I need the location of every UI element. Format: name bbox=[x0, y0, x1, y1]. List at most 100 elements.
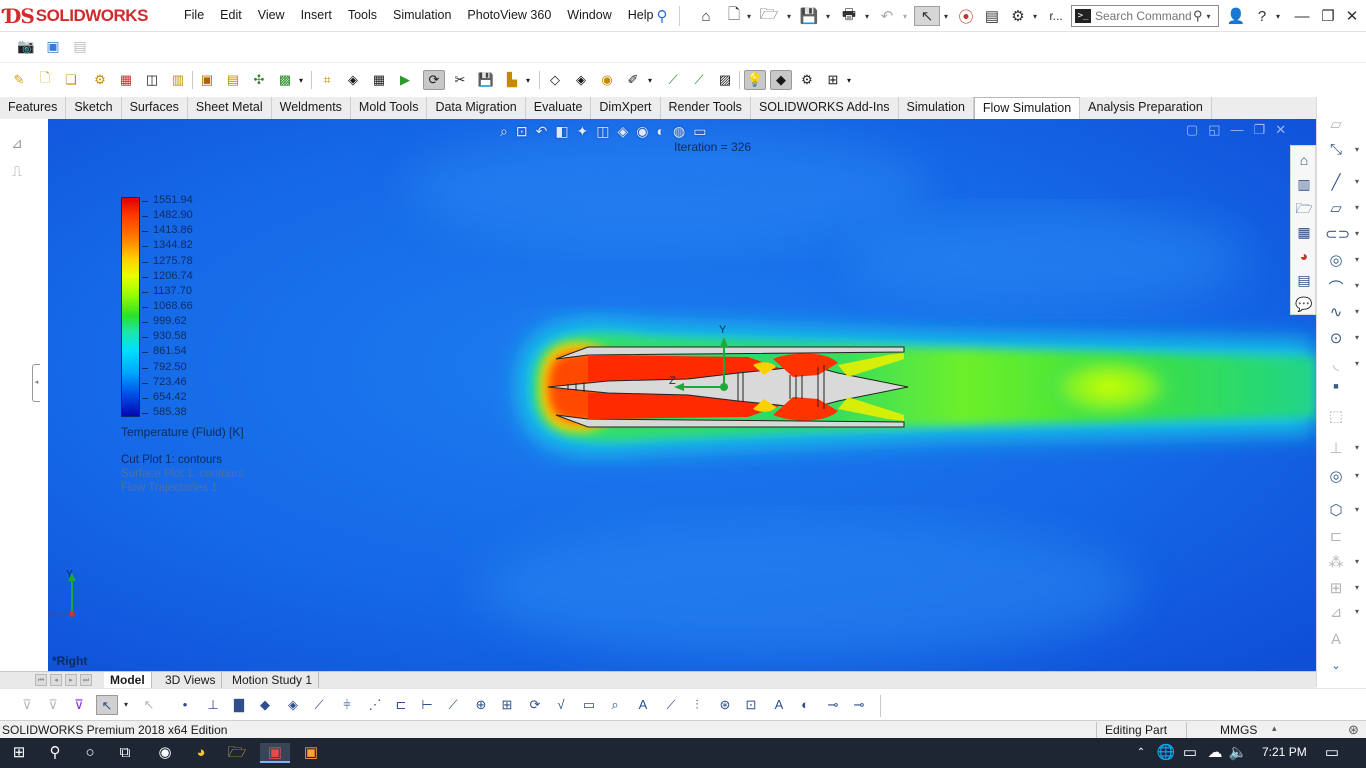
sketch-icon[interactable]: ▱ bbox=[1325, 115, 1347, 135]
general-settings-icon[interactable]: ⚙ bbox=[89, 70, 111, 90]
weld-filter-icon[interactable]: √ bbox=[550, 695, 572, 715]
tooltip-toggle-icon[interactable]: ⊛ bbox=[1348, 722, 1359, 738]
minimize-icon[interactable]: — bbox=[1231, 122, 1244, 138]
tab-3d-views[interactable]: 3D Views bbox=[159, 672, 223, 689]
chevron-down-icon[interactable]: ▾ bbox=[1355, 145, 1359, 154]
menu-edit[interactable]: Edit bbox=[212, 8, 250, 22]
restore-window-icon[interactable]: ❐ bbox=[1318, 6, 1338, 26]
battery-icon[interactable]: ▭ bbox=[1180, 743, 1200, 763]
point-filter-icon[interactable]: ⋰ bbox=[364, 695, 386, 715]
goal-plot-icon[interactable]: ⟋ bbox=[688, 70, 710, 90]
probe-icon[interactable]: ✐ bbox=[622, 70, 644, 90]
menu-simulation[interactable]: Simulation bbox=[385, 8, 459, 22]
transparency-icon[interactable]: ⚙ bbox=[796, 70, 818, 90]
file-explorer-icon[interactable]: 🗁 bbox=[1294, 198, 1314, 218]
display-relations-icon[interactable]: ⊿ bbox=[1325, 603, 1347, 623]
run-icon[interactable]: ▶ bbox=[394, 70, 416, 90]
menu-window[interactable]: Window bbox=[559, 8, 619, 22]
camera-icon[interactable]: 📷 bbox=[16, 38, 36, 56]
chevron-down-icon[interactable]: ▾ bbox=[1355, 255, 1359, 264]
slot-icon[interactable]: ⊂⊃ bbox=[1325, 225, 1350, 245]
midpoint-filter-icon[interactable]: ◐ bbox=[794, 695, 816, 715]
show-mesh-icon[interactable]: ◈ bbox=[342, 70, 364, 90]
feature-tree-icon[interactable]: ⊿ bbox=[7, 135, 27, 153]
fluid-subdomain-icon[interactable]: ◫ bbox=[141, 70, 163, 90]
smart-dimension-icon[interactable]: ⤡ bbox=[1325, 141, 1347, 161]
routing-point-filter-icon[interactable]: ⊸ bbox=[848, 695, 870, 715]
tab-flow-simulation[interactable]: Flow Simulation bbox=[973, 97, 1081, 119]
chevron-down-icon[interactable]: ▾ bbox=[1355, 203, 1359, 212]
plot-label-flow-trajectories[interactable]: Flow Trajectories 1 bbox=[121, 482, 218, 494]
clock[interactable]: 7:21 PM bbox=[1262, 745, 1307, 759]
chrome-icon[interactable]: ◕ bbox=[188, 743, 214, 763]
view-settings-icon[interactable]: ▭ bbox=[693, 123, 706, 140]
computational-domain-icon[interactable]: ▦ bbox=[115, 70, 137, 90]
screen-capture-icon[interactable]: ▣ bbox=[43, 38, 63, 56]
vertex-filter-icon[interactable]: ⊢ bbox=[416, 695, 438, 715]
tile-icon[interactable]: ▢ bbox=[1186, 122, 1198, 138]
tab-dimxpert[interactable]: DimXpert bbox=[591, 97, 661, 119]
mirror-icon[interactable]: ⊏ bbox=[1325, 527, 1347, 547]
surface-finish-filter-icon[interactable]: ⟳ bbox=[524, 695, 546, 715]
circle-icon[interactable]: ◎ bbox=[1325, 251, 1347, 271]
trim-icon[interactable]: ⊥ bbox=[1325, 439, 1347, 459]
menu-insert[interactable]: Insert bbox=[293, 8, 340, 22]
arc-icon[interactable]: ⌒ bbox=[1325, 277, 1347, 297]
chevron-down-icon[interactable]: ▾ bbox=[823, 6, 833, 26]
equation-goal-icon[interactable]: ▩ bbox=[274, 70, 296, 90]
appearances-icon[interactable]: ◕ bbox=[1294, 246, 1314, 266]
chevron-down-icon[interactable]: ▾ bbox=[1355, 229, 1359, 238]
body-filter-icon[interactable]: ◈ bbox=[282, 695, 304, 715]
quick-snaps-icon[interactable]: ↖ bbox=[138, 695, 160, 715]
forum-icon[interactable]: 💬 bbox=[1294, 294, 1314, 314]
table-icon[interactable]: ⊞ bbox=[822, 70, 844, 90]
network-globe-icon[interactable]: 🌐 bbox=[1156, 743, 1176, 763]
vertical-snap-icon[interactable]: ⊥ bbox=[202, 695, 224, 715]
lighting-icon[interactable]: 💡 bbox=[744, 70, 766, 90]
box-select-icon[interactable]: ▇ bbox=[228, 695, 250, 715]
chevron-down-icon[interactable]: ▾ bbox=[645, 70, 655, 90]
zoom-to-fit-icon[interactable]: ⌕ bbox=[500, 123, 508, 140]
clone-project-icon[interactable]: ❏ bbox=[60, 70, 82, 90]
display-geometry-icon[interactable]: ◆ bbox=[770, 70, 792, 90]
notifications-icon[interactable]: ▭ bbox=[1320, 743, 1344, 763]
global-goal-icon[interactable]: ▤ bbox=[222, 70, 244, 90]
cascade-icon[interactable]: ◱ bbox=[1208, 122, 1220, 138]
sketch-segment-filter-icon[interactable]: ⟋ bbox=[442, 695, 464, 715]
edge-filter-icon[interactable]: ⟋ bbox=[308, 695, 330, 715]
spline-icon[interactable]: ∿ bbox=[1325, 303, 1347, 323]
isosurface-icon[interactable]: ◉ bbox=[596, 70, 618, 90]
menu-file[interactable]: File bbox=[176, 8, 212, 22]
point-icon[interactable]: ■ bbox=[1325, 381, 1347, 401]
text-icon[interactable]: A bbox=[1325, 631, 1347, 651]
load-results-icon[interactable]: ⟳ bbox=[423, 70, 445, 90]
mesh-settings-icon[interactable]: ▦ bbox=[368, 70, 390, 90]
property-manager-icon[interactable]: ⎍ bbox=[7, 163, 27, 181]
help-icon[interactable]: ? bbox=[1252, 6, 1272, 26]
chevron-down-icon[interactable]: ▾ bbox=[523, 70, 533, 90]
hole-callout-filter-icon[interactable]: ⫶ bbox=[686, 695, 708, 715]
particle-study-icon[interactable]: ◈ bbox=[570, 70, 592, 90]
chevron-up-icon[interactable]: ⌃ bbox=[1132, 743, 1150, 763]
block-filter-icon[interactable]: A bbox=[768, 695, 790, 715]
graphics-area[interactable]: Y Z ⌕ ⊡ ↶ ◧ ✦ ◫ ◈ ◉ ◐ ◍ ▭ Iteration = 32… bbox=[48, 119, 1316, 671]
chevron-down-icon[interactable]: ▾ bbox=[1355, 557, 1359, 566]
expand-more-icon[interactable]: ⌄ bbox=[1325, 659, 1347, 679]
chevron-down-icon[interactable]: ▾ bbox=[1355, 471, 1359, 480]
display-style-icon[interactable]: ◈ bbox=[618, 123, 629, 140]
edit-appearance-icon[interactable]: ◐ bbox=[657, 123, 665, 140]
xy-plot-icon[interactable]: ⟋ bbox=[662, 70, 684, 90]
text-filter-icon[interactable]: A bbox=[632, 695, 654, 715]
menu-tools[interactable]: Tools bbox=[340, 8, 385, 22]
menu-photoview[interactable]: PhotoView 360 bbox=[459, 8, 559, 22]
plot-label-cut-plot[interactable]: Cut Plot 1: contours bbox=[121, 454, 222, 466]
tab-analysis-preparation[interactable]: Analysis Preparation bbox=[1080, 97, 1212, 119]
previous-view-icon[interactable]: ↶ bbox=[536, 123, 548, 140]
chevron-down-icon[interactable]: ▾ bbox=[1355, 281, 1359, 290]
loop-filter-icon[interactable]: ⊏ bbox=[390, 695, 412, 715]
results-list-icon[interactable]: ▙ bbox=[501, 70, 523, 90]
convert-entities-icon[interactable]: ◎ bbox=[1325, 467, 1347, 487]
report-icon[interactable]: ▨ bbox=[714, 70, 736, 90]
custom-properties-icon[interactable]: ▤ bbox=[1294, 270, 1314, 290]
chevron-down-icon[interactable]: ▾ bbox=[941, 6, 951, 26]
